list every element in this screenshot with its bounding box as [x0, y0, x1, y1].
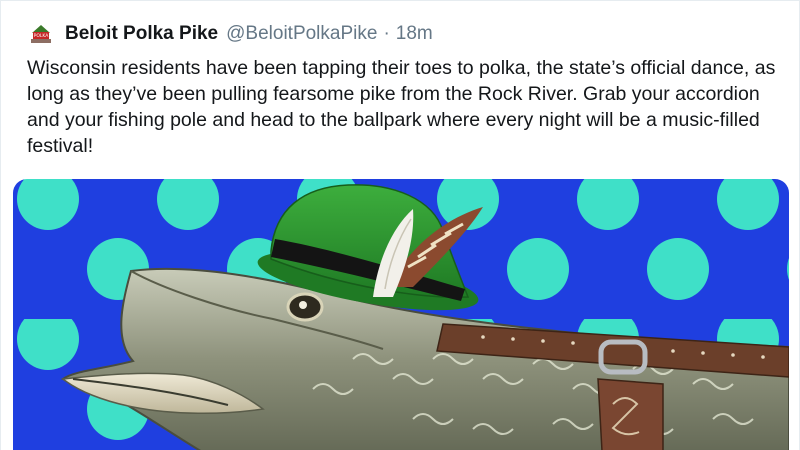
timestamp[interactable]: 18m [396, 23, 433, 45]
tweet-text: Wisconsin residents have been tapping th… [27, 57, 776, 157]
tweet-header: POLKA Beloit Polka Pike @BeloitPolkaPike… [27, 17, 433, 51]
svg-text:POLKA: POLKA [34, 33, 50, 39]
polka-pike-image [13, 179, 789, 450]
avatar[interactable]: POLKA [27, 20, 55, 48]
display-name[interactable]: Beloit Polka Pike [65, 23, 218, 45]
separator-dot: · [383, 23, 390, 44]
polka-pike-logo-icon: POLKA [27, 20, 55, 48]
tweet-image[interactable] [13, 179, 789, 450]
user-handle[interactable]: @BeloitPolkaPike [226, 23, 377, 45]
tweet-card[interactable]: POLKA Beloit Polka Pike @BeloitPolkaPike… [0, 0, 800, 450]
